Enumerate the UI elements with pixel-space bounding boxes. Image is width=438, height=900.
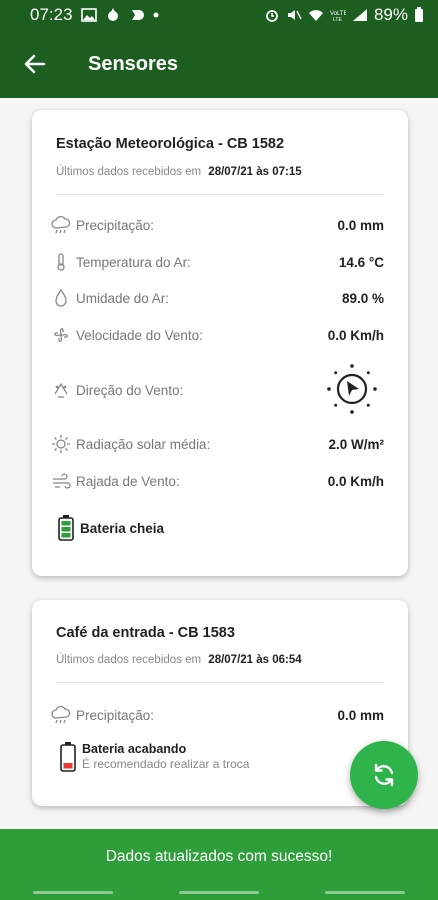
gallery-icon (80, 8, 97, 22)
svg-text:LTE: LTE (333, 17, 342, 22)
notification-icon (107, 8, 118, 21)
battery-percent: 89% (373, 5, 408, 24)
sensor-row-solar-radiation: Radiação solar média: 2.0 W/m² (50, 432, 384, 456)
status-right: VoLTE LTE 89% (264, 5, 424, 25)
battery-text: Bateria acabando É recomendado realizar … (82, 742, 249, 772)
alarm-icon (266, 10, 278, 22)
page-title: Sensores (88, 52, 179, 75)
toast-message: Dados atualizados com sucesso! (105, 848, 333, 865)
status-bar: 07:23 VoLTE LTE 89% (0, 0, 438, 30)
last-data-value: 28/07/21 às 07:15 (208, 166, 302, 178)
more-notifications-icon (153, 12, 159, 18)
station-title: Café da entrada - CB 1583 (56, 625, 235, 641)
battery-full-icon (58, 515, 74, 541)
cloud-rain-icon (50, 704, 72, 726)
last-data-text: Últimos dados recebidos em 28/07/21 às 0… (56, 654, 302, 666)
battery-label: Bateria cheia (80, 520, 165, 536)
divider (56, 682, 384, 683)
nav-back-button[interactable] (325, 891, 405, 894)
signal-icon (352, 9, 367, 21)
system-nav-bar (0, 885, 438, 900)
app-notification-icon (131, 10, 144, 20)
battery-low-icon (60, 742, 76, 772)
divider (56, 194, 384, 195)
station-card[interactable]: Estação Meteorológica - CB 1582 Últimos … (32, 110, 408, 576)
battery-note: É recomendado realizar a troca (82, 757, 250, 771)
last-data-label: Últimos dados recebidos em (56, 166, 202, 178)
fan-icon (50, 324, 72, 346)
sensor-label: Precipitação: (76, 707, 155, 723)
battery-status: Bateria cheia (58, 515, 164, 541)
arrow-left-icon (24, 54, 46, 74)
thermometer-icon (50, 251, 72, 273)
status-time: 07:23 (30, 5, 73, 24)
refresh-button[interactable] (350, 741, 418, 809)
sensor-value: 0.0 mm (337, 707, 384, 723)
wind-direction-icon (50, 379, 72, 401)
sensor-label: Velocidade do Vento: (76, 327, 203, 343)
app-bar: Sensores (0, 30, 438, 98)
mute-icon (287, 10, 302, 20)
sensor-row-wind-speed: Velocidade do Vento: 0.0 Km/h (50, 323, 384, 347)
battery-status: Bateria acabando É recomendado realizar … (60, 742, 249, 772)
battery-label: Bateria acabando (82, 742, 187, 756)
sensor-value: 0.0 Km/h (327, 473, 384, 489)
station-title: Estação Meteorológica - CB 1582 (56, 136, 285, 152)
sensor-label: Radiação solar média: (76, 436, 211, 452)
battery-icon (415, 7, 423, 22)
sensor-label: Precipitação: (76, 217, 155, 233)
volte-icon: VoLTELTE (330, 11, 346, 22)
cloud-rain-icon (50, 214, 72, 236)
wind-compass-icon (326, 363, 378, 415)
sensor-row-wind-gust: Rajada de Vento: 0.0 Km/h (50, 469, 384, 493)
wind-gust-icon (50, 470, 72, 492)
last-data-text: Últimos dados recebidos em 28/07/21 às 0… (56, 166, 302, 178)
sensor-value: 0.0 Km/h (327, 327, 384, 343)
sensor-value: 2.0 W/m² (328, 436, 384, 452)
refresh-icon (374, 763, 394, 787)
sensor-row-precipitation: Precipitação: 0.0 mm (50, 703, 384, 727)
sensor-value: 14.6 °C (338, 254, 384, 270)
success-toast: Dados atualizados com sucesso! (0, 829, 438, 885)
nav-home-button[interactable] (179, 891, 259, 894)
back-button[interactable] (0, 30, 70, 98)
nav-recents-button[interactable] (33, 891, 113, 894)
wifi-icon (308, 10, 323, 21)
sun-icon (50, 433, 72, 455)
sensor-row-precipitation: Precipitação: 0.0 mm (50, 213, 384, 237)
sensor-label: Rajada de Vento: (76, 473, 180, 489)
droplet-icon (50, 287, 72, 309)
sensor-label: Temperatura do Ar: (76, 254, 191, 270)
sensor-row-temperature: Temperatura do Ar: 14.6 °C (50, 250, 384, 274)
last-data-value: 28/07/21 às 06:54 (208, 654, 302, 666)
last-data-label: Últimos dados recebidos em (56, 654, 202, 666)
status-left: 07:23 (30, 5, 159, 25)
sensor-row-humidity: Umidade do Ar: 89.0 % (50, 286, 384, 310)
sensor-value: 0.0 mm (337, 217, 384, 233)
sensor-label: Umidade do Ar: (76, 290, 170, 306)
sensor-value: 89.0 % (341, 290, 384, 306)
